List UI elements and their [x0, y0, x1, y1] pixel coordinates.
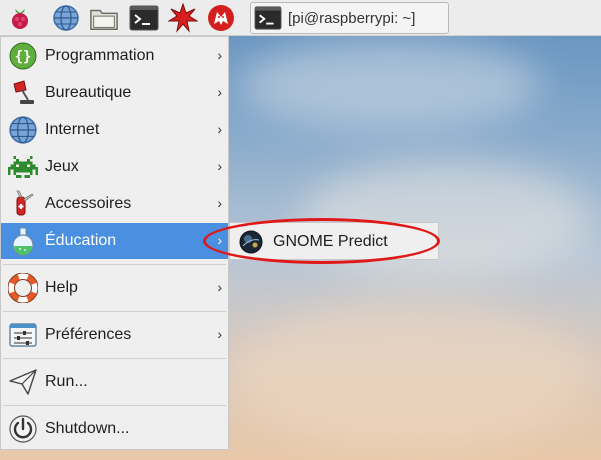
- menu-item-shutdown[interactable]: Shutdown...: [1, 411, 228, 447]
- submenu-arrow-icon: ›: [217, 84, 222, 100]
- menu-item-run[interactable]: Run...: [1, 364, 228, 400]
- file-manager-launcher[interactable]: [89, 3, 119, 33]
- menu-item-label: Jeux: [45, 158, 79, 175]
- wolfram-icon: [208, 5, 234, 31]
- web-browser-launcher[interactable]: [51, 3, 81, 33]
- submenu-arrow-icon: ›: [217, 47, 222, 63]
- menu-item-label: Accessoires: [45, 195, 132, 212]
- top-panel: [pi@raspberrypi: ~]: [0, 0, 601, 36]
- folder-icon: [90, 9, 118, 30]
- globe-icon: [7, 114, 39, 146]
- menu-item-preferences[interactable]: Préférences ›: [1, 317, 228, 353]
- submenu-arrow-icon: ›: [217, 195, 222, 211]
- raspberry-pi-menu-button[interactable]: [5, 3, 35, 33]
- submenu-arrow-icon: ›: [217, 121, 222, 137]
- menu-separator: [3, 311, 226, 312]
- menu-item-bureautique[interactable]: Bureautique ›: [1, 75, 228, 111]
- menu-item-accessoires[interactable]: Accessoires ›: [1, 186, 228, 222]
- submenu-arrow-icon: ›: [217, 279, 222, 295]
- application-menu: {} Programmation › Bureautique › Interne…: [0, 36, 229, 450]
- menu-item-label: Bureautique: [45, 84, 132, 101]
- terminal-icon: [254, 6, 282, 30]
- menu-item-label: Programmation: [45, 47, 155, 64]
- menu-separator: [3, 405, 226, 406]
- submenu-arrow-icon: ›: [217, 326, 222, 342]
- menu-item-label: Préférences: [45, 326, 132, 343]
- space-invader-icon: [7, 151, 39, 183]
- menu-item-help[interactable]: Help ›: [1, 270, 228, 306]
- wallpaper-cloud: [240, 40, 540, 130]
- wallpaper-cloud: [230, 300, 590, 450]
- power-icon: [7, 413, 39, 445]
- terminal-icon: [129, 5, 159, 31]
- menu-item-label: Éducation: [45, 232, 117, 249]
- taskbar-window-label: [pi@raspberrypi: ~]: [288, 9, 416, 27]
- terminal-launcher[interactable]: [129, 3, 159, 33]
- mathematica-launcher[interactable]: [168, 3, 198, 33]
- paper-plane-icon: [7, 366, 39, 398]
- programming-icon: {}: [7, 40, 39, 72]
- wolfram-launcher[interactable]: [206, 3, 236, 33]
- lamp-icon: [7, 77, 39, 109]
- menu-item-label: Run...: [45, 373, 88, 390]
- menu-item-education[interactable]: Éducation ›: [1, 223, 228, 259]
- menu-separator: [3, 358, 226, 359]
- globe-browser-icon: [53, 5, 79, 31]
- submenu-arrow-icon: ›: [217, 158, 222, 174]
- raspberry-pi-menu-icon: [12, 9, 28, 29]
- menu-item-label: Internet: [45, 121, 100, 138]
- menu-item-internet[interactable]: Internet ›: [1, 112, 228, 148]
- menu-item-programmation[interactable]: {} Programmation ›: [1, 38, 228, 74]
- svg-text:{}: {}: [15, 49, 32, 65]
- annotation-highlight-ring: [203, 218, 440, 264]
- taskbar-window-button[interactable]: [pi@raspberrypi: ~]: [250, 2, 449, 34]
- swiss-knife-icon: [7, 188, 39, 220]
- lifebuoy-icon: [7, 272, 39, 304]
- flask-icon: [7, 225, 39, 257]
- math-starburst-icon: [168, 3, 198, 33]
- menu-item-jeux[interactable]: Jeux ›: [1, 149, 228, 185]
- menu-item-label: Shutdown...: [45, 420, 130, 437]
- menu-item-label: Help: [45, 279, 78, 296]
- preferences-icon: [7, 319, 39, 351]
- menu-separator: [3, 264, 226, 265]
